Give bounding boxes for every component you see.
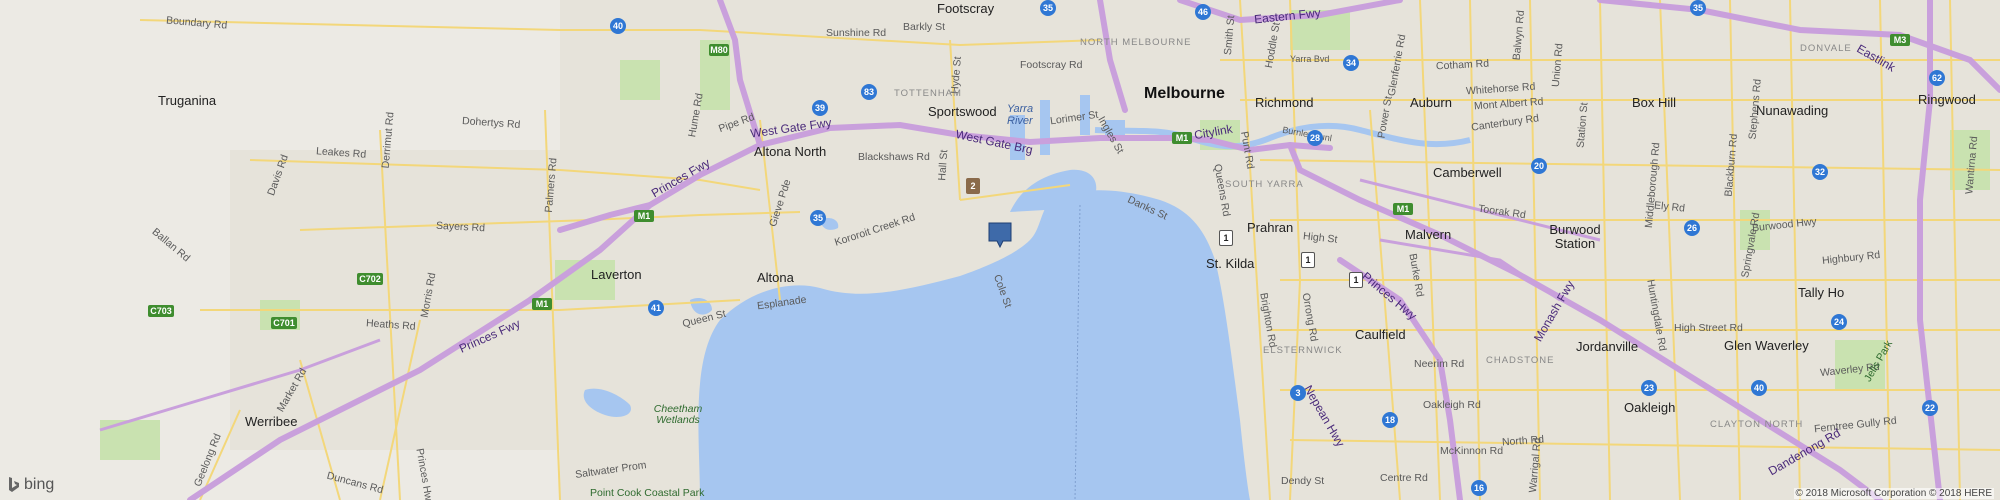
route-shield: 24 [1831, 314, 1847, 330]
route-shield: 28 [1307, 130, 1323, 146]
route-shield: 16 [1471, 480, 1487, 496]
bing-brand-text: bing [24, 476, 55, 493]
route-shield: 34 [1343, 55, 1359, 71]
label-ringwood: Ringwood [1918, 92, 1976, 107]
road-label: Yarra Bvd [1290, 54, 1330, 64]
route-shield: M1 [634, 210, 654, 222]
area-label: CHADSTONE [1486, 355, 1555, 366]
label-box-hill: Box Hill [1632, 95, 1677, 110]
label-jordanville: Jordanville [1576, 339, 1639, 354]
route-shield: C703 [148, 305, 174, 317]
route-shield: C702 [357, 273, 383, 285]
bing-logo[interactable]: bing [8, 476, 54, 494]
route-shield: 46 [1195, 4, 1211, 20]
area-label: SOUTH YARRA [1225, 179, 1304, 190]
label-malvern: Malvern [1405, 227, 1452, 242]
route-shield: 35 [1690, 0, 1706, 16]
location-pin-icon[interactable] [988, 222, 1012, 248]
label-oakleigh: Oakleigh [1624, 400, 1676, 415]
label-truganina: Truganina [158, 93, 217, 108]
road-label: Cotham Rd [1435, 57, 1490, 73]
route-shield: 20 [1531, 158, 1547, 174]
route-shield: 1 [1219, 230, 1233, 246]
road-label: Oakleigh Rd [1423, 399, 1481, 411]
label-camberwell: Camberwell [1433, 165, 1502, 180]
label-burwood-station: Burwood Station [1549, 222, 1601, 252]
route-shield: 32 [1812, 164, 1828, 180]
route-shield: 39 [812, 100, 828, 116]
label-caulfield: Caulfield [1355, 327, 1406, 342]
label-cheetham-wetlands: Cheetham Wetlands [653, 403, 703, 426]
road-label: McKinnon Rd [1440, 445, 1504, 457]
route-shield: 3 [1290, 385, 1306, 401]
route-shield: M1 [1393, 203, 1413, 215]
route-shield: C701 [271, 317, 297, 329]
route-shield: 40 [610, 18, 626, 34]
route-shield: 40 [1751, 380, 1767, 396]
road-label: Dendy St [1281, 475, 1325, 487]
route-shield: 35 [810, 210, 826, 226]
route-shield: M80 [709, 44, 729, 56]
label-laverton: Laverton [591, 267, 642, 282]
road-label: Blackshaws Rd [858, 151, 930, 163]
label-melbourne: Melbourne [1144, 85, 1225, 102]
route-shield: 22 [1922, 400, 1938, 416]
route-shield: 18 [1382, 412, 1398, 428]
road-label: Sayers Rd [435, 219, 486, 235]
route-shield: M3 [1890, 34, 1910, 46]
bing-logo-icon [9, 477, 19, 492]
route-shield: 41 [648, 300, 664, 316]
route-shield: M1 [532, 298, 552, 310]
map-canvas[interactable]: Truganina Laverton Altona North Altona W… [0, 0, 2000, 500]
route-shield: 83 [861, 84, 877, 100]
label-altona-north: Altona North [754, 144, 827, 159]
route-shield: 1 [1301, 252, 1315, 268]
road-label: Footscray Rd [1020, 59, 1083, 71]
area-label: NORTH MELBOURNE [1080, 37, 1192, 48]
route-shield: 1 [1349, 272, 1363, 288]
road-label: Sunshine Rd [826, 27, 887, 39]
road-label: Hall St [936, 149, 951, 182]
label-nunawading: Nunawading [1756, 103, 1829, 118]
route-shield: 23 [1641, 380, 1657, 396]
label-altona: Altona [757, 270, 794, 285]
area-label: TOTTENHAM [894, 88, 962, 99]
road-label: Barkly St [903, 21, 946, 33]
label-footscray: Footscray [937, 1, 995, 16]
road-label: Centre Rd [1380, 472, 1428, 484]
label-glen-waverley: Glen Waverley [1724, 338, 1809, 353]
label-yarra-river: Yarra River [1007, 103, 1034, 128]
route-shield: 62 [1929, 70, 1945, 86]
map-base [0, 0, 2000, 500]
label-prahran: Prahran [1247, 220, 1294, 235]
copyright-text: © 2018 Microsoft Corporation © 2018 HERE [1793, 488, 1994, 499]
label-richmond: Richmond [1255, 95, 1314, 110]
route-shield: 26 [1684, 220, 1700, 236]
route-shield: 2 [966, 178, 980, 194]
label-sportswood: Sportswood [928, 104, 997, 119]
road-label: Point Cook Coastal Park [590, 487, 705, 499]
route-shield: 35 [1040, 0, 1056, 16]
area-label: DONVALE [1800, 43, 1852, 54]
area-label: CLAYTON NORTH [1710, 419, 1804, 430]
label-werribee: Werribee [245, 414, 298, 429]
label-tally-ho: Tally Ho [1798, 285, 1845, 300]
road-label: Neerim Rd [1414, 358, 1465, 370]
area-label: ELSTERNWICK [1263, 345, 1343, 356]
route-shield: M1 [1172, 132, 1192, 144]
label-st-kilda: St. Kilda [1206, 256, 1255, 271]
road-label: High Street Rd [1674, 322, 1743, 334]
label-auburn: Auburn [1410, 95, 1452, 110]
